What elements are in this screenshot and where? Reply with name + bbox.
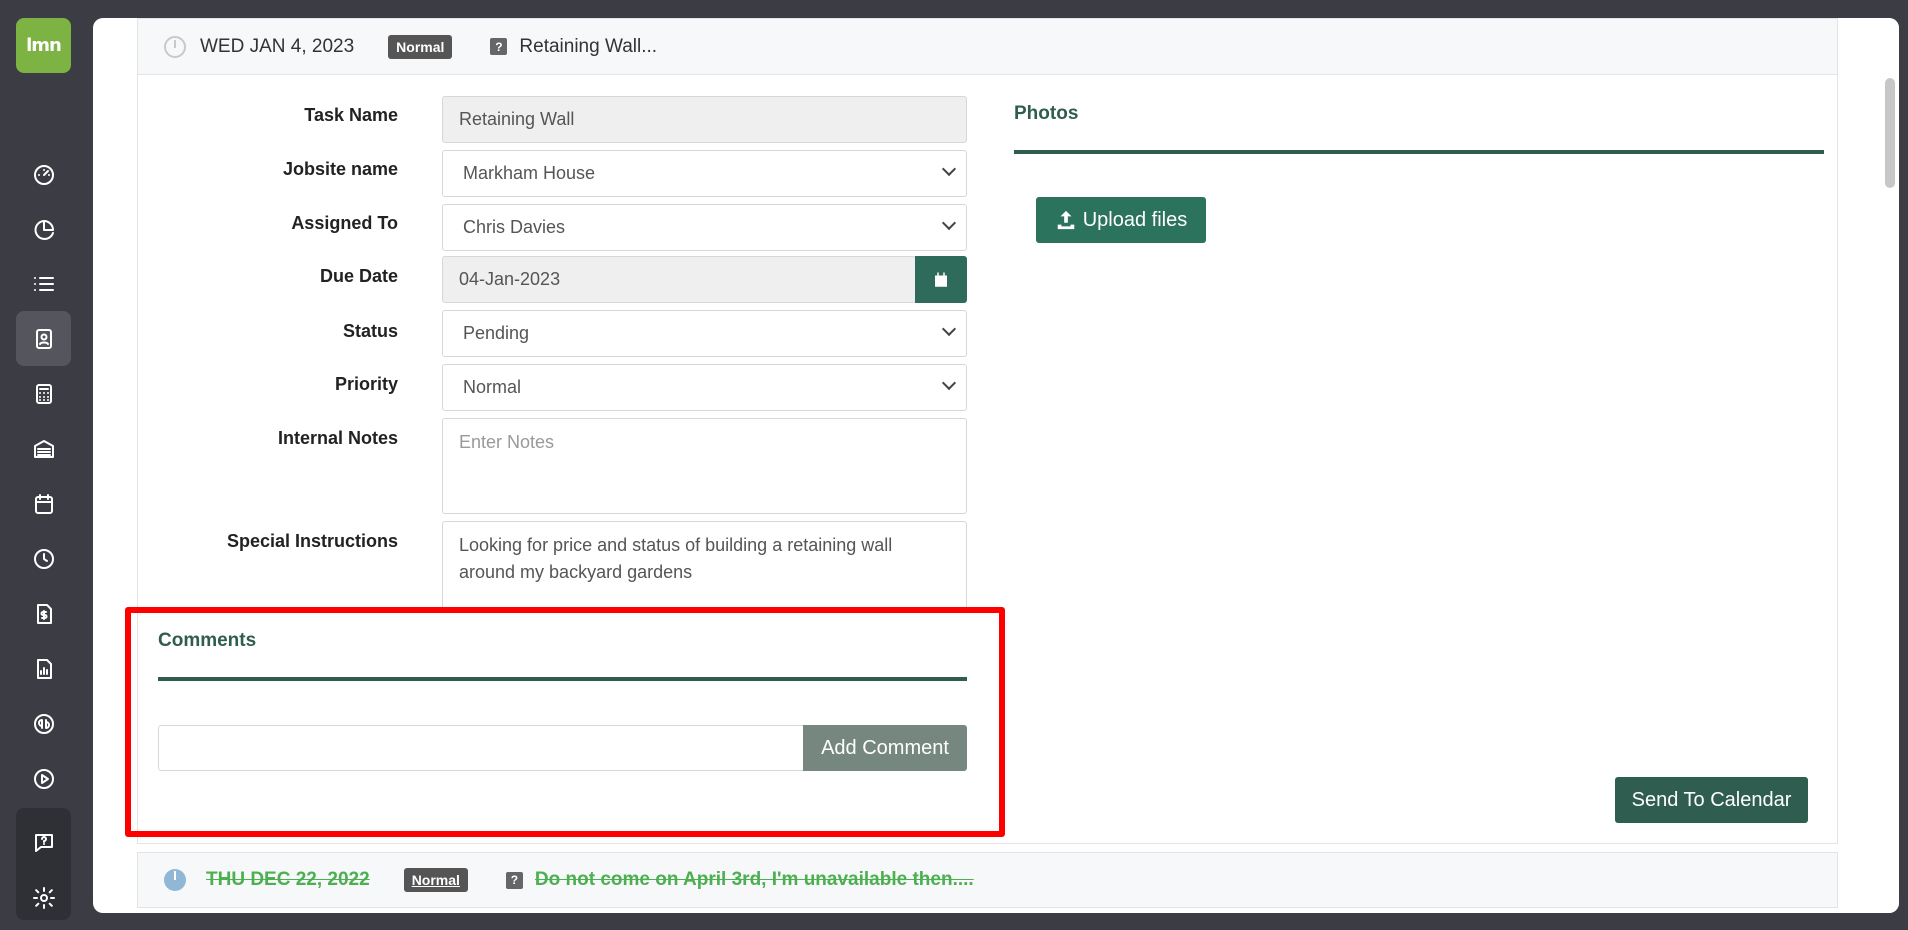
calendar-icon[interactable] (16, 476, 71, 531)
task-header[interactable]: WED JAN 4, 2023 Normal ? Retaining Wall.… (138, 19, 1837, 75)
task-row-2[interactable]: THU DEC 22, 2022 Normal ? Do not come on… (137, 852, 1838, 908)
special-instructions-textarea[interactable]: Looking for price and status of building… (442, 521, 967, 611)
warehouse-icon[interactable] (16, 421, 71, 476)
jobsite-select[interactable]: Markham House (442, 150, 967, 197)
quickbooks-icon[interactable] (16, 696, 71, 751)
scrollbar[interactable] (1881, 18, 1899, 913)
photos-title: Photos (1014, 103, 1079, 124)
dashboard-icon[interactable] (16, 147, 71, 202)
question-icon: ? (505, 871, 523, 889)
comments-highlight-box (125, 607, 1005, 837)
assigned-select[interactable]: Chris Davies (442, 204, 967, 251)
priority-badge: Normal (403, 868, 468, 892)
upload-icon (1057, 210, 1074, 230)
priority-value: Normal (463, 377, 522, 397)
scrollbar-thumb[interactable] (1885, 78, 1895, 188)
internal-notes-textarea[interactable]: Enter Notes (442, 418, 967, 514)
task-date: WED JAN 4, 2023 (200, 35, 355, 57)
jobsite-value: Markham House (463, 163, 596, 183)
priority-badge: Normal (388, 34, 453, 59)
upload-files-button[interactable]: Upload files (1036, 197, 1206, 243)
calendar-button[interactable] (915, 256, 967, 303)
assigned-value: Chris Davies (463, 217, 566, 237)
special-instructions-label: Special Instructions (226, 531, 398, 551)
due-date-input[interactable]: 04-Jan-2023 (442, 256, 916, 303)
contact-card-icon[interactable] (16, 311, 71, 366)
play-icon[interactable] (16, 751, 71, 806)
task2-title: Do not come on April 3rd, I'm unavailabl… (534, 869, 974, 890)
calendar-icon (935, 272, 947, 287)
pie-chart-icon[interactable] (16, 202, 71, 257)
notes-placeholder: Enter Notes (459, 432, 555, 452)
clock-status-icon (164, 869, 186, 891)
send-to-calendar-button[interactable]: Send To Calendar (1615, 777, 1808, 823)
sidebar: lmn (0, 0, 87, 930)
lmn-logo[interactable]: lmn (16, 18, 71, 73)
due-date-label: Due Date (319, 266, 398, 286)
assigned-label: Assigned To (291, 213, 398, 233)
task2-date: THU DEC 22, 2022 (206, 869, 370, 890)
status-label: Status (342, 321, 398, 341)
priority-select[interactable]: Normal (442, 364, 967, 411)
status-select[interactable]: Pending (442, 310, 967, 357)
list-icon[interactable] (16, 256, 71, 311)
status-value: Pending (463, 323, 530, 343)
chevron-down-icon (941, 215, 957, 231)
clock-icon[interactable] (16, 531, 71, 586)
report-icon[interactable] (16, 641, 71, 696)
chevron-down-icon (941, 161, 957, 177)
task-name-input[interactable]: Retaining Wall (442, 96, 967, 143)
task-name-label: Task Name (304, 105, 398, 125)
calculator-icon[interactable] (16, 366, 71, 421)
chevron-down-icon (941, 321, 957, 337)
jobsite-label: Jobsite name (282, 159, 398, 179)
invoice-icon[interactable] (16, 586, 71, 641)
task-title: Retaining Wall... (519, 35, 658, 57)
priority-label: Priority (334, 374, 398, 394)
question-icon: ? (490, 38, 508, 55)
internal-notes-label: Internal Notes (277, 428, 398, 448)
chevron-down-icon (941, 375, 957, 391)
clock-status-icon (164, 35, 186, 58)
upload-label: Upload files (1082, 208, 1188, 231)
main-panel: WED JAN 4, 2023 Normal ? Retaining Wall.… (93, 18, 1899, 913)
photos-divider (1014, 150, 1824, 154)
settings-icon[interactable] (16, 870, 71, 925)
help-chat-icon[interactable] (16, 815, 71, 870)
